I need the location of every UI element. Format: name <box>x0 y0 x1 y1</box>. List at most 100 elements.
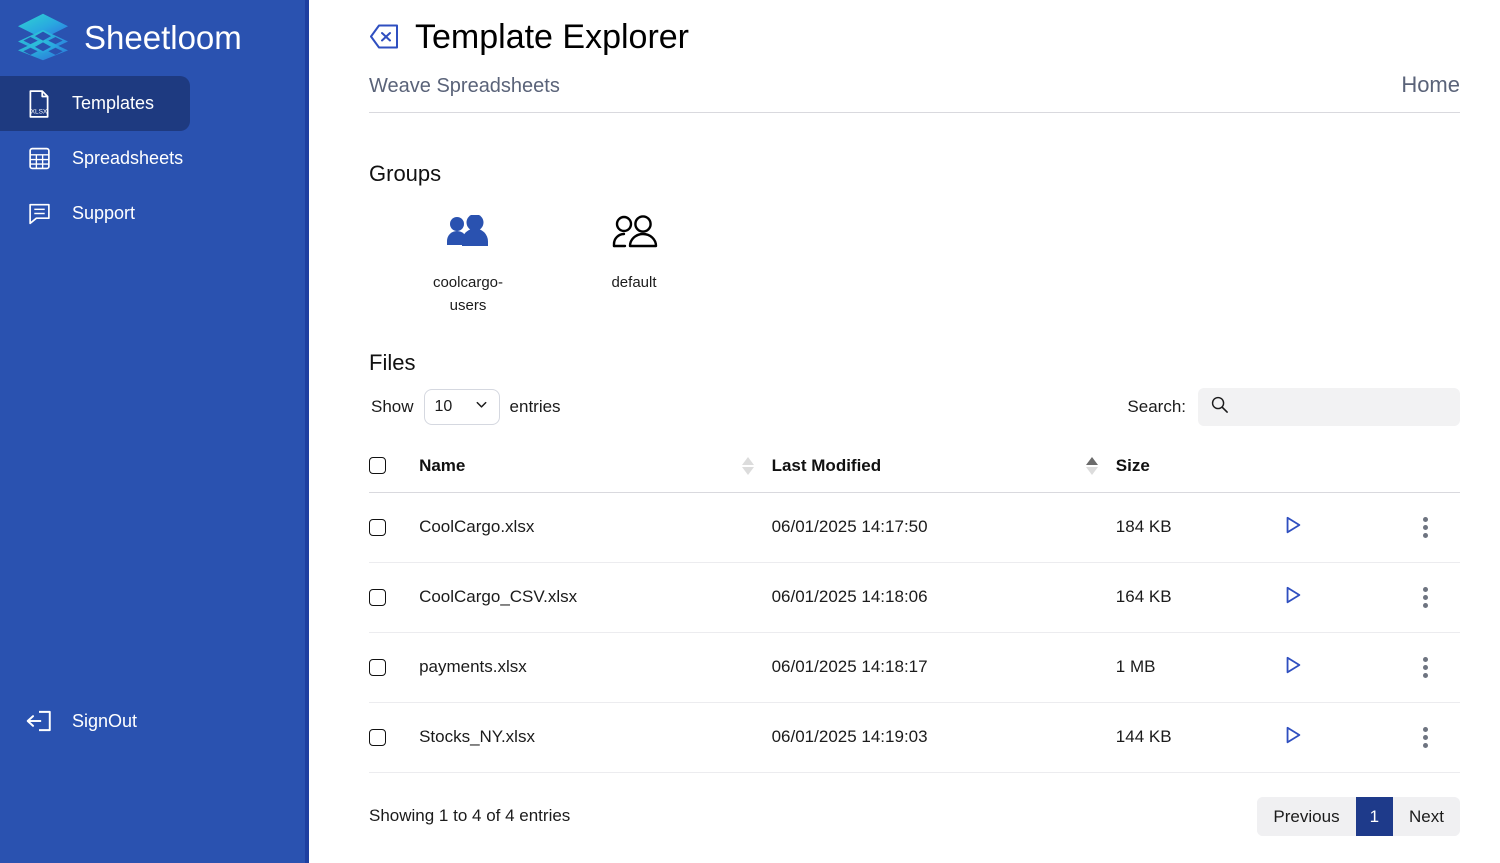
sidebar-nav: XLSX Templates Spreadsheets Support <box>0 76 309 241</box>
file-size-cell: 184 KB <box>1115 492 1283 563</box>
table-row[interactable]: CoolCargo.xlsx 06/01/2025 14:17:50 184 K… <box>369 492 1460 563</box>
table-footer: Showing 1 to 4 of 4 entries Previous 1 N… <box>369 796 1460 836</box>
play-triangle-icon[interactable] <box>1283 655 1303 680</box>
people-outline-icon <box>610 209 658 255</box>
file-name-cell: CoolCargo_CSV.xlsx <box>419 562 772 633</box>
signout-arrow-icon <box>24 706 54 736</box>
chevron-down-icon <box>474 397 489 417</box>
xlsx-file-icon: XLSX <box>24 89 54 119</box>
app-root: Sheetloom XLSX Templates Spreadsheets Su… <box>0 0 1500 863</box>
page-header: Template Explorer <box>369 0 1460 58</box>
page-length-value: 10 <box>434 397 453 415</box>
brand[interactable]: Sheetloom <box>0 0 309 62</box>
people-filled-icon <box>444 209 492 255</box>
row-checkbox[interactable] <box>369 588 386 606</box>
row-select-cell <box>369 492 420 563</box>
table-row[interactable]: CoolCargo_CSV.xlsx 06/01/2025 14:18:06 1… <box>369 562 1460 633</box>
more-vertical-dots-icon[interactable] <box>1397 726 1460 748</box>
column-header-menu <box>1397 445 1460 493</box>
file-modified-cell: 06/01/2025 14:18:17 <box>771 632 1116 703</box>
sidebar-item-label: Spreadsheets <box>72 148 184 168</box>
column-header-size[interactable]: Size <box>1115 445 1283 493</box>
row-select-cell <box>369 702 420 773</box>
run-cell <box>1282 562 1398 633</box>
column-header-name[interactable]: Name <box>419 445 772 493</box>
table-header-row: Name Last Modified Size <box>369 445 1460 493</box>
spreadsheet-grid-icon <box>24 144 54 174</box>
run-cell <box>1282 702 1398 773</box>
sidebar-item-templates[interactable]: XLSX Templates <box>0 76 190 131</box>
files-table-head: Name Last Modified Size <box>369 445 1460 493</box>
group-label: default <box>611 274 657 291</box>
row-checkbox[interactable] <box>369 518 386 536</box>
signout-label: SignOut <box>72 710 138 731</box>
group-label: coolcargo-users <box>432 274 504 315</box>
row-select-cell <box>369 632 420 703</box>
column-label: Last Modified <box>771 455 882 475</box>
run-cell <box>1282 632 1398 703</box>
home-link[interactable]: Home <box>1401 72 1460 98</box>
groups-section-title: Groups <box>369 161 442 186</box>
table-controls: Show 10 entries Search: <box>369 387 1460 426</box>
sidebar-item-spreadsheets[interactable]: Spreadsheets <box>0 131 190 186</box>
select-all-checkbox[interactable] <box>369 457 386 474</box>
file-modified-cell: 06/01/2025 14:18:06 <box>771 562 1116 633</box>
backspace-delete-icon[interactable] <box>369 23 399 51</box>
magnifier-icon <box>1210 395 1229 419</box>
pagination-previous[interactable]: Previous <box>1257 796 1356 836</box>
more-vertical-dots-icon[interactable] <box>1397 516 1460 538</box>
page-length-select[interactable]: 10 <box>423 388 500 425</box>
page-subtitle: Weave Spreadsheets <box>369 75 560 97</box>
files-section-title: Files <box>369 349 416 375</box>
menu-cell <box>1397 632 1460 703</box>
row-checkbox[interactable] <box>369 658 386 676</box>
files-table-body: CoolCargo.xlsx 06/01/2025 14:17:50 184 K… <box>369 492 1460 773</box>
group-card-coolcargo-users[interactable]: coolcargo-users <box>385 209 551 318</box>
table-row[interactable]: payments.xlsx 06/01/2025 14:18:17 1 MB <box>369 632 1460 703</box>
menu-cell <box>1397 562 1460 633</box>
select-all-header <box>369 445 420 493</box>
sidebar-item-support[interactable]: Support <box>0 186 190 241</box>
sidebar: Sheetloom XLSX Templates Spreadsheets Su… <box>0 0 309 863</box>
column-header-last-modified[interactable]: Last Modified <box>771 445 1116 493</box>
subheader: Weave Spreadsheets Home <box>369 58 1460 113</box>
entries-info: Showing 1 to 4 of 4 entries <box>369 806 571 826</box>
column-label: Name <box>419 455 466 475</box>
page-length-control: Show 10 entries <box>371 388 561 425</box>
file-name-cell: payments.xlsx <box>419 632 772 703</box>
menu-cell <box>1397 492 1460 563</box>
table-row[interactable]: Stocks_NY.xlsx 06/01/2025 14:19:03 144 K… <box>369 702 1460 773</box>
row-checkbox[interactable] <box>369 728 386 746</box>
more-vertical-dots-icon[interactable] <box>1397 586 1460 608</box>
column-header-run <box>1282 445 1398 493</box>
file-modified-cell: 06/01/2025 14:17:50 <box>771 492 1116 563</box>
more-vertical-dots-icon[interactable] <box>1397 656 1460 678</box>
group-card-default[interactable]: default <box>551 209 717 318</box>
sort-arrows-name-icon <box>741 456 754 475</box>
pagination-next[interactable]: Next <box>1393 796 1460 836</box>
pagination-page-1[interactable]: 1 <box>1355 796 1394 836</box>
groups-list: coolcargo-users default <box>369 209 1460 318</box>
row-select-cell <box>369 562 420 633</box>
main-content: Template Explorer Weave Spreadsheets Hom… <box>309 0 1500 863</box>
chat-message-icon <box>24 199 54 229</box>
search-box[interactable] <box>1198 387 1460 426</box>
play-triangle-icon[interactable] <box>1283 725 1303 750</box>
search-input[interactable] <box>1237 398 1448 415</box>
play-triangle-icon[interactable] <box>1283 515 1303 540</box>
file-size-cell: 164 KB <box>1115 562 1283 633</box>
menu-cell <box>1397 702 1460 773</box>
layers-stack-icon <box>14 12 72 62</box>
sort-arrows-last-modified-icon <box>1085 456 1098 475</box>
files-table: Name Last Modified Size CoolCargo.xlsx 0… <box>369 445 1460 773</box>
column-label: Size <box>1115 455 1150 475</box>
run-cell <box>1282 492 1398 563</box>
page-title: Template Explorer <box>415 17 690 56</box>
entries-label: entries <box>509 396 561 416</box>
pagination: Previous 1 Next <box>1257 796 1460 836</box>
search-label: Search: <box>1127 396 1186 416</box>
play-triangle-icon[interactable] <box>1283 585 1303 610</box>
search-control: Search: <box>1127 387 1460 426</box>
signout-button[interactable]: SignOut <box>0 696 309 746</box>
